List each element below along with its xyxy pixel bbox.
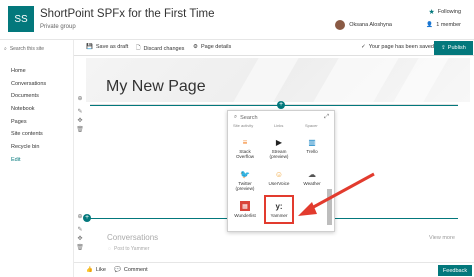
section-toolbar: ✎ ✥ 🗑: [76, 108, 84, 135]
nav-items: Home Conversations Documents Notebook Pa…: [11, 65, 46, 167]
publish-icon: ⇪: [441, 45, 446, 51]
left-navigation: ⌕ Search this site Home Conversations Do…: [0, 40, 74, 277]
user-info[interactable]: Oksana Aloshyna: [335, 20, 392, 30]
members-button[interactable]: 👤 1 member: [426, 22, 461, 28]
tile-label: Twitter (preview): [235, 181, 255, 191]
comment-button[interactable]: 💬 Comment: [114, 267, 148, 273]
banner-decoration: [233, 58, 299, 102]
section-toolbar-2: ✎ ✥ 🗑: [76, 226, 84, 253]
check-icon: ✓: [361, 44, 366, 50]
publish-button[interactable]: ⇪ Publish: [434, 41, 473, 55]
edit-section-icon[interactable]: ✎: [76, 108, 84, 117]
annotation-arrow: [298, 172, 375, 216]
page-footer: 👍 Like 💬 Comment Feedback: [74, 262, 474, 277]
nav-item-pages[interactable]: Pages: [11, 116, 46, 129]
delete-section-icon[interactable]: 🗑: [76, 244, 84, 253]
command-bar: 💾 Save as draft 🗋 Discard changes ⚙ Page…: [74, 40, 474, 56]
feedback-button[interactable]: Feedback: [438, 265, 472, 276]
person-icon: 👤: [426, 22, 434, 28]
gear-icon: ⚙: [193, 44, 198, 50]
tile-wunderlist[interactable]: ▦ Wunderlist: [230, 201, 260, 218]
conversations-title: Conversations: [107, 233, 159, 242]
stream-icon: ▶: [275, 137, 283, 147]
discard-label: Discard changes: [143, 45, 185, 52]
user-name: Oksana Aloshyna: [349, 22, 392, 28]
banner-decoration: [313, 58, 399, 102]
star-icon: ★: [428, 9, 435, 16]
page-title[interactable]: My New Page: [106, 78, 206, 96]
post-to-yammer-label: Post to Yammer: [113, 246, 150, 252]
thumbs-up-icon: 👍: [86, 267, 93, 273]
avatar: [335, 20, 346, 30]
save-icon: 💾: [86, 44, 93, 50]
follow-button[interactable]: ★ Following: [428, 8, 461, 16]
tile-twitter[interactable]: 🐦 Twitter (preview): [230, 169, 260, 192]
tile-label: Wunderlist: [234, 213, 256, 218]
expand-icon[interactable]: ⤢: [324, 114, 329, 121]
following-label: Following: [437, 9, 461, 15]
post-to-yammer[interactable]: ◌ Post to Yammer: [108, 246, 149, 252]
search-icon: ⌕: [234, 114, 238, 120]
search-site-box[interactable]: ⌕ Search this site: [4, 44, 70, 53]
picker-search-box[interactable]: ⌕ Search: [234, 114, 258, 121]
picker-cut-label: Links: [274, 123, 284, 128]
save-draft-button[interactable]: 💾 Save as draft: [86, 44, 128, 50]
tile-label: Stack Overflow: [235, 149, 255, 159]
wunderlist-icon: ▦: [240, 201, 250, 211]
twitter-icon: 🐦: [240, 169, 250, 179]
nav-item-documents[interactable]: Documents: [11, 90, 46, 103]
yammer-small-icon: ◌: [108, 246, 111, 252]
move-section-icon[interactable]: ✥: [76, 117, 84, 126]
edit-section-icon[interactable]: ✎: [76, 226, 84, 235]
picker-cut-label: Site activity: [233, 123, 254, 128]
search-site-placeholder: Search this site: [9, 45, 44, 52]
picker-cut-label: Spacer: [305, 123, 318, 128]
comment-label: Comment: [123, 267, 148, 273]
site-title[interactable]: ShortPoint SPFx for the First Time: [40, 8, 214, 20]
site-header: SS ShortPoint SPFx for the First Time Pr…: [0, 0, 474, 40]
nav-item-home[interactable]: Home: [11, 65, 46, 78]
comment-icon: 💬: [114, 267, 121, 273]
page-details-button[interactable]: ⚙ Page details: [193, 44, 231, 50]
nav-edit-link[interactable]: Edit: [11, 154, 46, 167]
members-count: 1 member: [436, 22, 461, 28]
site-logo[interactable]: SS: [8, 6, 34, 32]
search-icon: ⌕: [4, 45, 7, 52]
add-webpart-plus-icon[interactable]: +: [83, 214, 91, 222]
like-button[interactable]: 👍 Like: [86, 267, 106, 273]
page-details-label: Page details: [200, 44, 232, 50]
discard-changes-button[interactable]: 🗋 Discard changes: [136, 44, 184, 53]
nav-item-notebook[interactable]: Notebook: [11, 103, 46, 116]
saved-message: Your page has been saved: [368, 44, 434, 50]
banner-decoration: [393, 58, 449, 102]
publish-label: Publish: [447, 45, 466, 51]
tile-trello[interactable]: ▥ Trello: [297, 137, 327, 155]
add-webpart-plus-icon[interactable]: +: [277, 101, 285, 109]
saved-status: ✓ Your page has been saved: [361, 44, 434, 50]
section-divider: [90, 104, 458, 106]
picker-search-placeholder: Search: [240, 114, 258, 121]
tile-stack-overflow[interactable]: ≡ Stack Overflow: [230, 137, 260, 160]
nav-item-conversations[interactable]: Conversations: [11, 78, 46, 91]
add-section-icon[interactable]: ⊕: [76, 95, 84, 104]
tile-label: Stream (preview): [269, 149, 289, 159]
section-toolbar-top: ⊕: [76, 95, 84, 104]
view-more-link[interactable]: View more: [429, 235, 455, 241]
trello-icon: ▥: [308, 137, 316, 147]
delete-section-icon[interactable]: 🗑: [76, 126, 84, 135]
nav-item-site-contents[interactable]: Site contents: [11, 128, 46, 141]
nav-item-recycle-bin[interactable]: Recycle bin: [11, 141, 46, 154]
site-subtitle: Private group: [40, 24, 76, 30]
stack-overflow-icon: ≡: [242, 137, 248, 147]
discard-icon: 🗋: [136, 45, 141, 51]
save-draft-label: Save as draft: [95, 44, 129, 50]
tile-stream[interactable]: ▶ Stream (preview): [264, 137, 294, 160]
like-label: Like: [95, 267, 106, 273]
move-section-icon[interactable]: ✥: [76, 235, 84, 244]
uservoice-icon: ☺: [274, 169, 284, 179]
tile-label: Trello: [306, 149, 318, 154]
